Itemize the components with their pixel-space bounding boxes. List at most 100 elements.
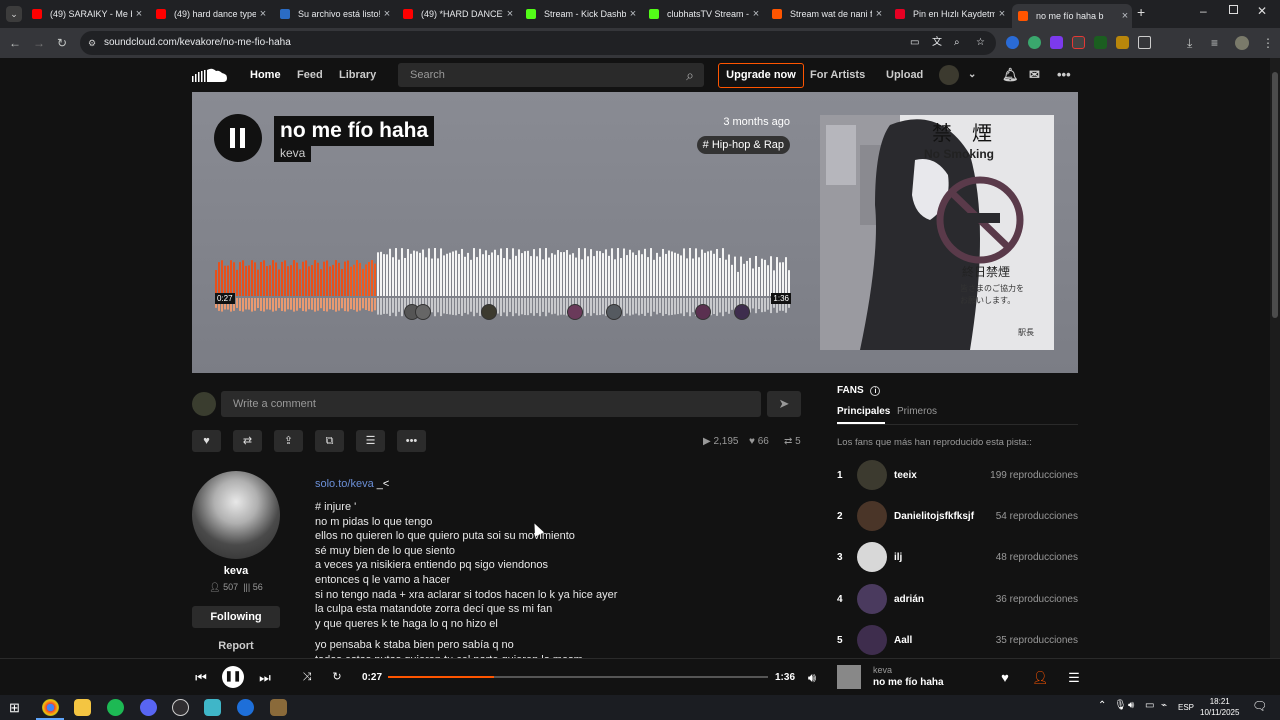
player-like-icon[interactable]: ♥ [997, 659, 1013, 696]
tab-close-icon[interactable]: × [749, 8, 763, 20]
app-box-icon[interactable] [270, 699, 287, 716]
notifications-bell-icon[interactable]: 🔔︎ [1002, 58, 1019, 92]
comment-avatar-marker[interactable] [415, 304, 431, 320]
back-icon[interactable]: ← [9, 28, 21, 58]
for-artists-link[interactable]: For Artists [810, 58, 865, 92]
comment-avatar-marker[interactable] [734, 304, 750, 320]
volume-icon[interactable]: 🔊︎ [803, 659, 821, 696]
player-artist[interactable]: keva [873, 665, 892, 675]
report-button[interactable]: Report [192, 640, 280, 652]
tab-search-icon[interactable]: ⌄ [6, 6, 22, 22]
messages-mail-icon[interactable]: ✉ [1029, 58, 1040, 92]
notifications-icon[interactable]: 🗨︎ [1252, 699, 1267, 713]
windows-start-icon[interactable]: ⊞ [9, 700, 20, 716]
upload-link[interactable]: Upload [886, 58, 923, 92]
repeat-icon[interactable]: ↻ [328, 659, 346, 696]
browser-tab[interactable]: (49) *HARD DANCE* × [397, 4, 517, 24]
spotify-icon[interactable] [107, 699, 124, 716]
share-button[interactable]: ⇪ [274, 430, 303, 452]
repost-button[interactable]: ⇄ [233, 430, 262, 452]
player-progress-bar[interactable] [388, 676, 768, 678]
input-language[interactable]: ESP [1178, 695, 1194, 720]
genre-tag[interactable]: # Hip-hop & Rap [696, 136, 790, 154]
fan-name[interactable]: Danielitojsfkfksjf [894, 511, 974, 522]
obs-icon[interactable] [172, 699, 189, 716]
search-input[interactable]: Search ⌕ [398, 63, 704, 87]
extension-1-icon[interactable] [1006, 36, 1019, 49]
comment-avatar-marker[interactable] [481, 304, 497, 320]
soundcloud-logo-icon[interactable] [192, 67, 228, 83]
fan-row[interactable]: 2 Danielitojsfkfksjf 54 reproducciones [837, 501, 1078, 532]
comment-input[interactable]: Write a comment [221, 391, 761, 417]
chrome-menu-icon[interactable]: ⋮ [1262, 28, 1274, 58]
chrome-taskbar-icon[interactable] [42, 699, 59, 716]
tracks-count[interactable]: 56 [253, 582, 263, 592]
shuffle-icon[interactable]: ⤨ [298, 659, 316, 696]
artist-avatar[interactable] [192, 471, 280, 559]
reposts-count[interactable]: ⇄ 5 [784, 436, 801, 447]
fan-name[interactable]: adrián [894, 594, 924, 605]
extension-2-icon[interactable] [1028, 36, 1041, 49]
fan-row[interactable]: 1 teeix 199 reproducciones [837, 460, 1078, 490]
nav-feed[interactable]: Feed [297, 58, 323, 92]
fan-avatar[interactable] [857, 542, 887, 573]
tab-close-icon[interactable]: × [1118, 10, 1132, 22]
translate-icon[interactable]: 文 [932, 31, 942, 55]
search-icon[interactable]: ⌕ [686, 63, 694, 87]
scrollbar-thumb[interactable] [1272, 72, 1278, 318]
comment-avatar-marker[interactable] [606, 304, 622, 320]
app-blue-icon[interactable] [237, 699, 254, 716]
fan-name[interactable]: teeix [894, 470, 917, 481]
close-window-icon[interactable]: ✕ [1257, 4, 1267, 18]
tray-network-icon[interactable]: ▭ [1145, 700, 1154, 711]
reload-icon[interactable]: ↻ [57, 28, 67, 58]
extension-4-icon[interactable] [1072, 36, 1085, 49]
tab-close-icon[interactable]: × [503, 8, 517, 20]
tray-mic-icon[interactable]: 🎙︎ [1114, 700, 1127, 711]
tab-close-icon[interactable]: × [256, 8, 270, 20]
queue-icon[interactable]: ☰ [1066, 659, 1082, 696]
taskbar-clock[interactable]: 18:21 10/11/2025 [1200, 696, 1239, 718]
more-menu-icon[interactable]: ••• [1057, 58, 1071, 92]
page-scrollbar[interactable] [1270, 58, 1280, 658]
browser-tab[interactable]: Stream - Kick Dashbo × [520, 4, 640, 24]
extension-3-icon[interactable] [1050, 36, 1063, 49]
reading-list-icon[interactable]: ≡ [1211, 28, 1218, 58]
profile-avatar[interactable] [1235, 36, 1249, 50]
tab-principales[interactable]: Principales [837, 406, 890, 417]
browser-tab[interactable]: Pin en Hızlı Kaydetme × [889, 4, 1009, 24]
browser-tab[interactable]: Stream wat de nani fr × [766, 4, 886, 24]
fan-avatar[interactable] [857, 501, 887, 532]
send-comment-icon[interactable]: ➤ [767, 391, 801, 417]
browser-tab[interactable]: Su archivo está listo! × [274, 4, 394, 24]
track-artist-link[interactable]: keva [274, 145, 312, 162]
extension-6-icon[interactable] [1116, 36, 1129, 49]
nav-library[interactable]: Library [339, 58, 376, 92]
fan-row[interactable]: 4 adrián 36 reproducciones [837, 583, 1078, 614]
comment-avatar-marker[interactable] [695, 304, 711, 320]
download-icon[interactable]: ⤓ [1187, 28, 1192, 58]
previous-track-icon[interactable]: ⏮ [192, 659, 210, 696]
file-explorer-icon[interactable] [74, 699, 91, 716]
tab-close-icon[interactable]: × [380, 8, 394, 20]
copy-link-button[interactable]: ⧉ [315, 430, 344, 452]
zoom-icon[interactable]: ⌕ [954, 31, 960, 55]
player-track-title[interactable]: no me fío haha [873, 677, 944, 688]
pause-button[interactable] [214, 114, 262, 162]
fan-row[interactable]: 5 Aall 35 reproducciones [837, 624, 1078, 655]
next-track-icon[interactable]: ⏭ [256, 659, 274, 696]
track-artwork[interactable]: 禁 煙 No Smoking 終日禁煙 皆さまのご協力を お願いします。 駅長 [820, 115, 1054, 350]
extensions-puzzle-icon[interactable] [1138, 36, 1151, 49]
artist-name[interactable]: keva [192, 565, 280, 577]
waveform[interactable]: 0:27 1:36 [215, 244, 791, 330]
install-icon[interactable]: ▭ [910, 31, 919, 55]
info-icon[interactable]: i [870, 386, 881, 396]
following-button[interactable]: Following [192, 606, 280, 628]
fan-avatar[interactable] [857, 624, 887, 655]
upgrade-button[interactable]: Upgrade now [718, 63, 804, 88]
extension-5-icon[interactable] [1094, 36, 1107, 49]
tab-close-icon[interactable]: × [626, 8, 640, 20]
fan-row[interactable]: 3 ilj 48 reproducciones [837, 542, 1078, 573]
bookmark-star-icon[interactable]: ☆ [976, 31, 985, 55]
tab-close-icon[interactable]: × [995, 8, 1009, 20]
